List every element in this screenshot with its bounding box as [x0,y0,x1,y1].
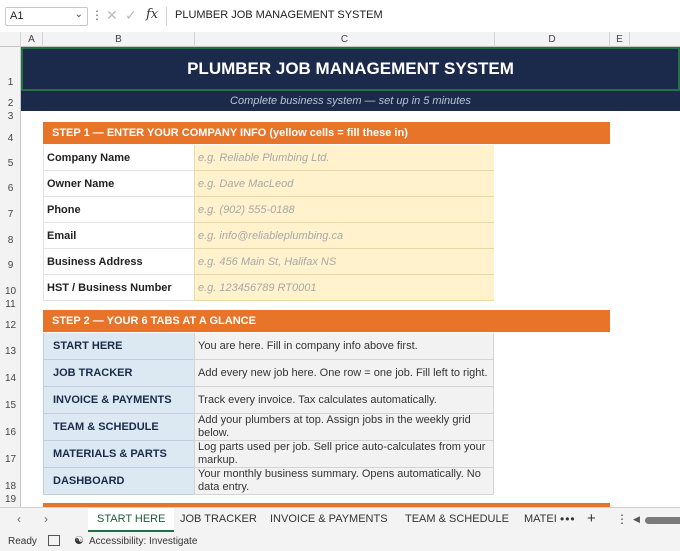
row-header[interactable]: 10 [0,286,21,297]
add-sheet-icon[interactable]: + [587,510,596,527]
tab-overview-name[interactable]: JOB TRACKER [43,360,194,387]
company-name-input[interactable]: e.g. Reliable Plumbing Ltd. [194,145,494,171]
sheet-tab-start-here[interactable]: START HERE [88,508,175,532]
tab-overview-name[interactable]: DASHBOARD [43,468,194,495]
column-header-d[interactable]: D [495,32,610,47]
tab-overview-name[interactable]: MATERIALS & PARTS [43,441,194,468]
column-header-e[interactable]: E [610,32,630,47]
tab-overview-desc[interactable]: Your monthly business summary. Opens aut… [194,468,494,495]
select-all-corner[interactable] [0,32,21,47]
name-box[interactable]: A1 ⌄ [5,7,88,26]
row-header[interactable]: 15 [0,400,21,411]
step2-header[interactable]: STEP 2 — YOUR 6 TABS AT A GLANCE [43,310,610,332]
field-label[interactable]: Owner Name [43,171,194,197]
row-header[interactable]: 18 [0,481,21,492]
hst-number-input[interactable]: e.g. 123456789 RT0001 [194,275,494,301]
row-header[interactable]: 16 [0,427,21,438]
sheet-tab-bar: ‹ › START HERE JOB TRACKER INVOICE & PAY… [0,507,680,532]
tab-overview-desc[interactable]: Add your plumbers at top. Assign jobs in… [194,414,494,441]
row-header[interactable]: 9 [0,260,21,271]
column-header-a[interactable]: A [21,32,43,47]
row-header[interactable]: 1 [0,77,21,88]
column-header-b[interactable]: B [43,32,195,47]
company-field-row: Email e.g. info@reliableplumbing.ca [43,223,494,249]
tab-overview-name[interactable]: TEAM & SCHEDULE [43,414,194,441]
row-header[interactable]: 13 [0,346,21,357]
accessibility-status[interactable]: Accessibility: Investigate [89,536,197,547]
tab-overview-row: TEAM & SCHEDULE Add your plumbers at top… [43,414,494,441]
sheet-subtitle: Complete business system — set up in 5 m… [230,95,471,107]
sheet-tab-invoice-payments[interactable]: INVOICE & PAYMENTS [261,508,397,532]
chevron-down-icon[interactable]: ⌄ [75,9,83,20]
row-header[interactable]: 17 [0,454,21,465]
row-header[interactable]: 6 [0,183,21,194]
row-header[interactable]: 2 [0,98,21,109]
row-header[interactable]: 11 [0,299,21,310]
accessibility-icon[interactable]: ☯ [74,534,84,547]
row-header[interactable]: 7 [0,209,21,220]
status-bar: Ready ☯ Accessibility: Investigate [0,532,680,551]
row-header[interactable]: 5 [0,158,21,169]
tab-overview-row: DASHBOARD Your monthly business summary.… [43,468,494,495]
row-header[interactable]: 8 [0,235,21,246]
cancel-icon[interactable]: ✕ [106,7,118,24]
status-ready: Ready [8,536,37,547]
row-header[interactable]: 3 [0,111,21,122]
chevron-right-icon[interactable]: › [44,512,48,526]
horizontal-scrollbar[interactable]: ◀ [633,514,680,525]
field-label[interactable]: Phone [43,197,194,223]
row-header[interactable]: 4 [0,133,21,144]
sheet-tab-team-schedule[interactable]: TEAM & SCHEDULE [396,508,518,532]
company-field-row: Phone e.g. (902) 555-0188 [43,197,494,223]
tab-overview-row: JOB TRACKER Add every new job here. One … [43,360,494,387]
tab-overview-name[interactable]: INVOICE & PAYMENTS [43,387,194,414]
company-field-row: HST / Business Number e.g. 123456789 RT0… [43,275,494,301]
tab-overview-row: START HERE You are here. Fill in company… [43,333,494,360]
row-header[interactable]: 14 [0,373,21,384]
row-header[interactable]: 12 [0,320,21,331]
formula-input[interactable]: PLUMBER JOB MANAGEMENT SYSTEM [166,7,680,26]
tab-overview-row: MATERIALS & PARTS Log parts used per job… [43,441,494,468]
sheet-title: PLUMBER JOB MANAGEMENT SYSTEM [187,59,514,78]
field-label[interactable]: HST / Business Number [43,275,194,301]
row-header[interactable]: 19 [0,494,21,505]
more-tabs-icon[interactable]: ••• [560,512,576,526]
scroll-left-icon[interactable]: ◀ [633,514,640,525]
field-label[interactable]: Business Address [43,249,194,275]
company-field-row: Owner Name e.g. Dave MacLeod [43,171,494,197]
tab-overview-desc[interactable]: Log parts used per job. Sell price auto-… [194,441,494,468]
column-headers: A B C D E [0,32,680,47]
formula-bar: A1 ⌄ ⋮ ✕ ✓ fx PLUMBER JOB MANAGEMENT SYS… [0,0,680,32]
phone-input[interactable]: e.g. (902) 555-0188 [194,197,494,223]
cell-mode-icon[interactable] [48,535,60,546]
tab-overview-name[interactable]: START HERE [43,333,194,360]
company-field-row: Business Address e.g. 456 Main St, Halif… [43,249,494,275]
scrollbar-thumb[interactable] [645,517,680,524]
field-label[interactable]: Company Name [43,145,194,171]
field-label[interactable]: Email [43,223,194,249]
owner-name-input[interactable]: e.g. Dave MacLeod [194,171,494,197]
company-field-row: Company Name e.g. Reliable Plumbing Ltd. [43,145,494,171]
enter-icon[interactable]: ✓ [125,7,137,24]
business-address-input[interactable]: e.g. 456 Main St, Halifax NS [194,249,494,275]
sheet-tab-materials[interactable]: MATEI [515,508,566,532]
tab-options-icon[interactable]: ⋮ [616,512,628,526]
chevron-left-icon[interactable]: ‹ [17,512,21,526]
column-header-c[interactable]: C [195,32,495,47]
tab-overview-desc[interactable]: Add every new job here. One row = one jo… [194,360,494,387]
tab-overview-desc[interactable]: Track every invoice. Tax calculates auto… [194,387,494,414]
sheet-tab-job-tracker[interactable]: JOB TRACKER [171,508,266,532]
more-options-icon[interactable]: ⋮ [91,8,103,22]
name-box-value: A1 [10,10,24,22]
email-input[interactable]: e.g. info@reliableplumbing.ca [194,223,494,249]
sheet-grid[interactable]: PLUMBER JOB MANAGEMENT SYSTEM Complete b… [21,47,680,507]
tab-overview-desc[interactable]: You are here. Fill in company info above… [194,333,494,360]
row-headers: 1 2 3 4 5 6 7 8 9 10 11 12 13 14 15 16 1… [0,47,21,507]
step1-header[interactable]: STEP 1 — ENTER YOUR COMPANY INFO (yellow… [43,122,610,144]
insert-function-icon[interactable]: fx [146,7,158,22]
tab-overview-row: INVOICE & PAYMENTS Track every invoice. … [43,387,494,414]
